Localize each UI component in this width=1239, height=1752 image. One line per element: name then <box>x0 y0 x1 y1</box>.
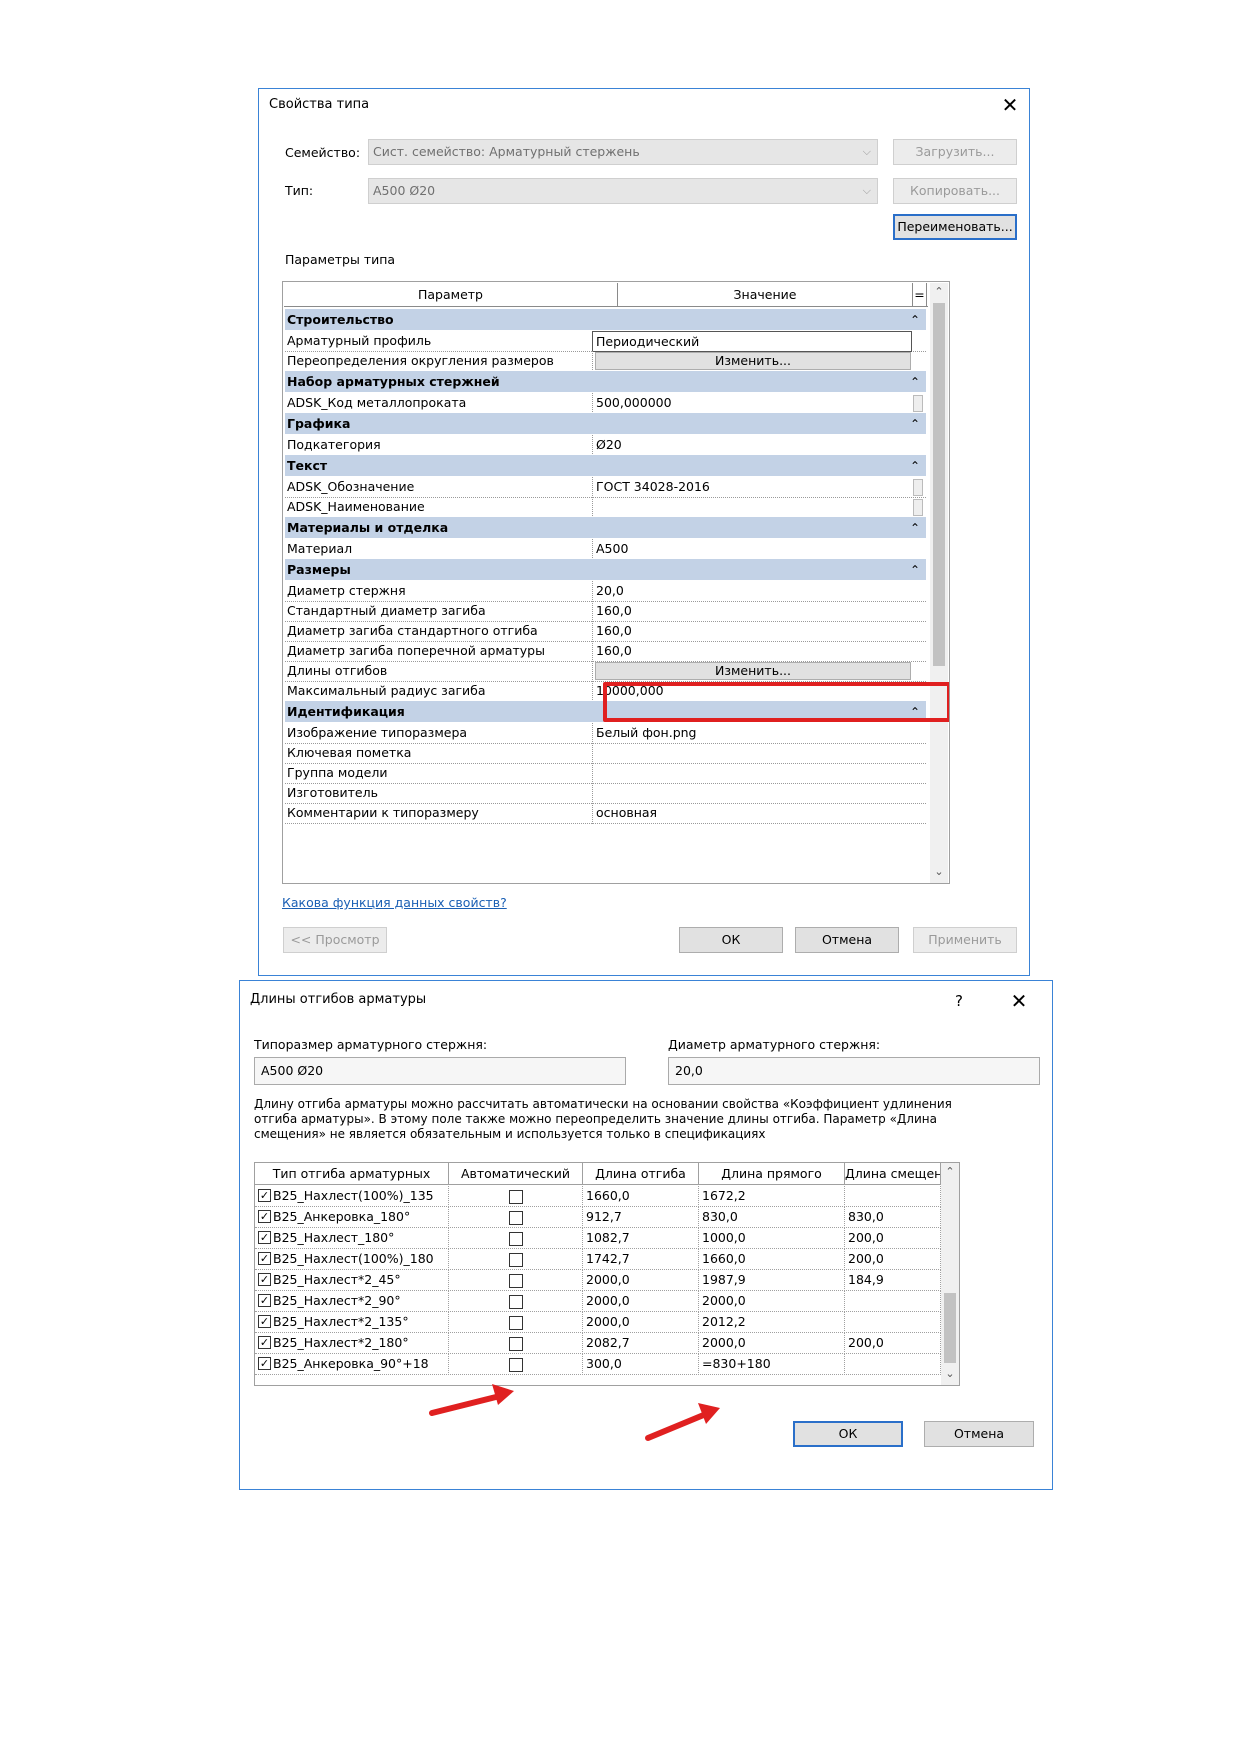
arrow-annotations <box>429 1384 720 1441</box>
red-arrow-icon <box>429 1384 514 1416</box>
red-arrow-icon <box>645 1403 720 1441</box>
